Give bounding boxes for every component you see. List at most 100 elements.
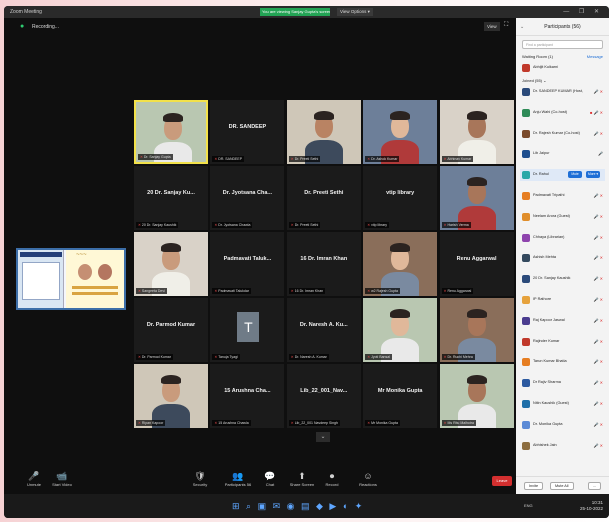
more-options-button[interactable]: ...	[588, 482, 602, 490]
participant-tile[interactable]: Padmavati Taluk... Padmavati Talukdar	[210, 232, 285, 296]
participant-tile[interactable]: 15 Arushna Cha... 15 Arushna Chawla	[210, 364, 285, 428]
participant-row[interactable]: Nitin Kaushik (Guest) 🎤 ✕	[520, 398, 605, 410]
fullscreen-icon[interactable]: ⛶	[504, 22, 508, 29]
participant-tile[interactable]: Renu Aggarwal Renu Aggarwal	[439, 232, 514, 296]
participant-row[interactable]: Dr. Rajesh Kumar (Co-host) 🎤 ✕	[520, 128, 605, 140]
invite-button[interactable]: Invite	[524, 482, 544, 490]
taskbar-clock[interactable]: 10:31 25-10-2022	[580, 500, 603, 512]
toolbar-label: Record	[325, 482, 339, 487]
participant-row[interactable]: Abhishek Jain 🎤 ✕	[520, 440, 605, 452]
participant-row[interactable]: 20 Dr. Sanjay Kaushik 🎤 ✕	[520, 273, 605, 285]
participant-tile[interactable]: Harish Verma	[439, 166, 514, 230]
participant-tile[interactable]: 20 Dr. Sanjay Ku... 20 Dr. Sanjay Kaushik	[134, 166, 208, 230]
participant-caption: w2 Rajesh Gupta	[365, 288, 400, 294]
participant-search-input[interactable]: Find a participant	[522, 40, 603, 49]
participant-tile[interactable]: T Tanuja Tyagi	[210, 298, 285, 362]
participant-tile[interactable]: Dr. Parmod Kumar Dr. Parmod Kumar	[134, 298, 208, 362]
mic-muted-icon: ■ 🎤 ✕	[590, 109, 603, 115]
toolbar-label: Security	[192, 482, 208, 487]
participant-row[interactable]: Tarun Kumar Bhatia 🎤 ✕	[520, 356, 605, 368]
participant-row[interactable]: Raj Kapoor Jaswal 🎤 ✕	[520, 315, 605, 327]
participant-caption: Dr. Jyotsana Chawla	[212, 222, 253, 228]
shared-screen-thumbnail[interactable]: ~~~	[16, 248, 126, 310]
leave-button[interactable]: Leave	[492, 476, 512, 486]
toolbar-button[interactable]: ⏺ Record	[312, 470, 352, 487]
avatar	[522, 316, 530, 325]
participant-caption: Sangeeta Devi	[136, 288, 167, 294]
mic-muted-icon: 🎤 ✕	[593, 234, 603, 240]
shield-icon[interactable]: ●	[20, 23, 24, 30]
avatar	[522, 337, 530, 346]
participant-tile[interactable]: Dr. Ashok Kumar	[363, 100, 438, 164]
participant-caption: Padmavati Talukdar	[212, 288, 251, 294]
participant-tile[interactable]: Ripan Kapoor	[134, 364, 208, 428]
toolbar-button[interactable]: ☺ Reactions	[348, 470, 388, 487]
participant-tile[interactable]: 16 Dr. Imran Khan 16 Dr. Imran Khan	[286, 232, 361, 296]
participant-name: Dr. Monika Gupta	[533, 421, 563, 426]
participant-tile[interactable]: Dr. Preeti Sethi	[286, 100, 361, 164]
gallery-grid: Dr. Sanjay Gupta DR. SANDEEP DR. SANDEEP Dr…	[134, 100, 516, 442]
participant-row[interactable]: Dr. Monika Gupta 🎤 ✕	[520, 419, 605, 431]
participant-row[interactable]: Dr. Rahul Mute More ▾	[520, 169, 605, 182]
toolbar-icon: 📹	[56, 471, 68, 481]
participant-tile[interactable]: Dr. Sanjay Gupta	[134, 100, 208, 164]
participant-tile[interactable]: Dr. Preeti Sethi Dr. Preeti Sethi	[286, 166, 361, 230]
taskbar-apps[interactable]: ⊞ ⌕ ▣ ✉ ◉ ▤ ◆ ▶ ◐ ✦	[232, 501, 364, 512]
waiting-room-header: Waiting Room (1) Message	[522, 54, 603, 59]
participant-tile[interactable]: Abhinav Kumar	[439, 100, 514, 164]
participant-tile[interactable]: Dr. Ruchi Mehra	[439, 298, 514, 362]
chevron-down-icon[interactable]: ⌄	[316, 432, 330, 442]
participant-name: 16 Dr. Imran Khan	[300, 256, 348, 262]
collapse-icon[interactable]: ⌄	[520, 18, 524, 36]
participant-row[interactable]: Ashish Mehta 🎤 ✕	[520, 252, 605, 264]
system-tray[interactable]: ENG	[524, 503, 533, 508]
message-waiting-button[interactable]: Message	[587, 54, 603, 59]
window-controls[interactable]: — ❐ ✕	[563, 8, 603, 15]
toolbar-button[interactable]: 📹 Start Video	[42, 470, 82, 487]
participant-row[interactable]: Chhaya (Librarian) 🎤 ✕	[520, 232, 605, 244]
avatar	[522, 275, 530, 284]
participant-name: Abhijit Kulkarni	[533, 65, 559, 69]
participant-row[interactable]: IP Rathore 🎤 ✕	[520, 294, 605, 306]
more-participant-button[interactable]: More ▾	[586, 171, 600, 179]
participant-tile[interactable]: DR. SANDEEP DR. SANDEEP	[210, 100, 285, 164]
meeting-topbar: ● Recording... View ⛶	[4, 18, 516, 36]
participant-video	[439, 166, 514, 230]
participant-row[interactable]: Dr Rajiv Sharma 🎤 ✕	[520, 377, 605, 389]
participant-tile[interactable]: Jyoti Bansal	[363, 298, 438, 362]
shared-screen-poster-right: ~~~	[66, 250, 124, 308]
mute-participant-button[interactable]: Mute	[568, 171, 582, 179]
participant-name: Lib_22_001_Nav...	[300, 388, 348, 394]
view-button[interactable]: View	[484, 22, 500, 31]
participant-tile[interactable]: vtip library vtip library	[363, 166, 438, 230]
avatar	[522, 420, 530, 429]
participant-name: Renu Aggarwal	[456, 256, 497, 262]
participant-row[interactable]: Dr. SANDEEP KUMAR (Host, me) 🎤 ✕	[520, 86, 605, 98]
video-area: ~~~ Dr. Sanjay GuptaDR. SANDEEPDR. SANDE…	[4, 36, 516, 466]
participant-tile[interactable]: Dr. Naresh A. Ku... Dr. Naresh A. Kumar	[286, 298, 361, 362]
participant-row[interactable]: Anju Wahi (Co-host) ■ 🎤 ✕	[520, 107, 605, 119]
mic-muted-icon: 🎤 ✕	[593, 380, 603, 386]
toolbar-button[interactable]: 🛡 Security	[180, 470, 220, 487]
participant-caption: DR. SANDEEP	[212, 156, 245, 162]
participant-row[interactable]: Rajinder Kumar 🎤 ✕	[520, 336, 605, 348]
participant-name: Dr Rajiv Sharma	[533, 380, 561, 385]
view-options-button[interactable]: View Options ▾	[337, 8, 373, 16]
participant-row[interactable]: Lib Jaipur 🎤	[520, 148, 605, 160]
avatar	[522, 358, 530, 367]
participant-row[interactable]: Padmavati Tripathi 🎤 ✕	[520, 190, 605, 202]
participant-tile[interactable]: Dr. Jyotsana Cha... Dr. Jyotsana Chawla	[210, 166, 285, 230]
participants-panel: ⌄ Participants (56) Find a participant W…	[516, 18, 609, 494]
participant-tile[interactable]: w2 Rajesh Gupta	[363, 232, 438, 296]
mute-all-button[interactable]: Mute All	[550, 482, 574, 490]
participant-row[interactable]: Abhijit Kulkarni	[520, 62, 605, 74]
participant-row[interactable]: Neelam Arora (Guest) 🎤 ✕	[520, 211, 605, 223]
participant-tile[interactable]: Lib_22_001_Nav... Lib_22_001 Navdeep Sing…	[286, 364, 361, 428]
participant-name: Abhishek Jain	[533, 442, 557, 447]
participant-name: Ashish Mehta	[533, 255, 557, 260]
participant-tile[interactable]: Mr Monika Gupta Mr Monika Gupta	[363, 364, 438, 428]
participant-tile[interactable]: Sangeeta Devi	[134, 232, 208, 296]
windows-taskbar: ⊞ ⌕ ▣ ✉ ◉ ▤ ◆ ▶ ◐ ✦ ENG 10:31 25-10-2022	[4, 494, 609, 518]
participant-tile[interactable]: Ms Ritu Malhotra	[439, 364, 514, 428]
title-bar: Zoom Meeting You are viewing Sanjay Gupt…	[4, 6, 609, 18]
